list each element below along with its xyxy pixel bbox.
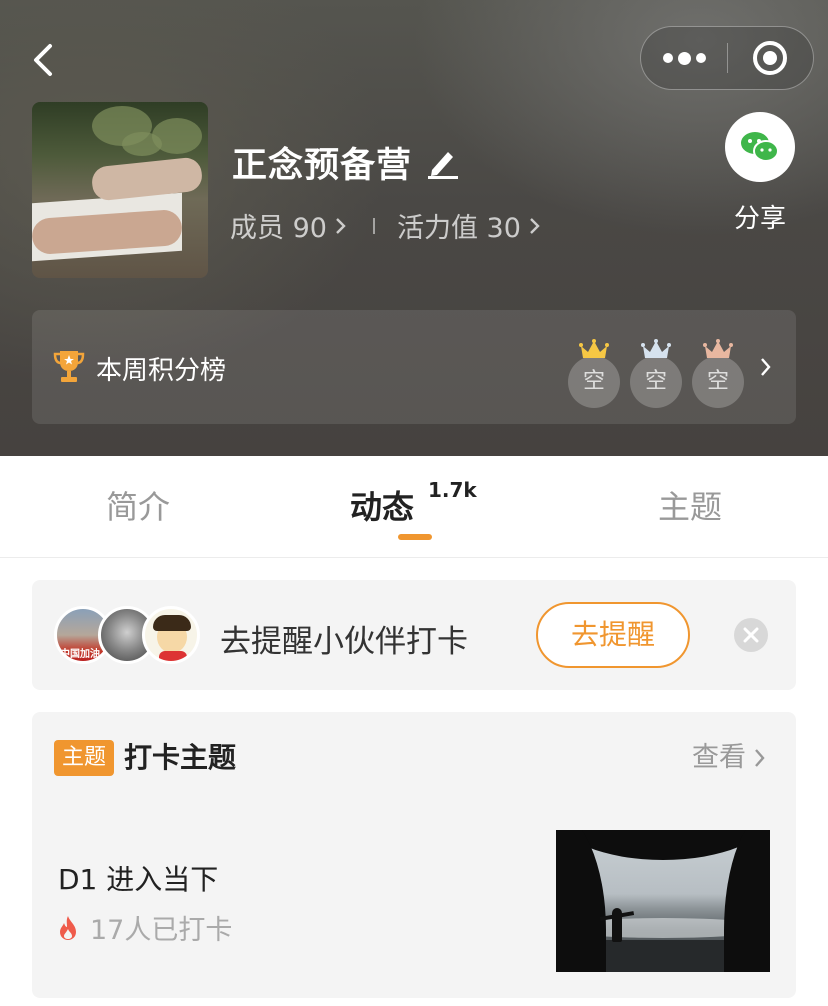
activity-feed: 中国加油 去提醒小伙伴打卡 去提醒 主题 打卡主题 查看 D1 进入当下 17人… (0, 558, 828, 1006)
group-stats: 成员 90 活力值 30 (230, 206, 541, 245)
fire-icon (60, 915, 76, 940)
dismiss-reminder-button[interactable] (734, 618, 768, 652)
vitality-link[interactable]: 活力值 30 (397, 206, 521, 245)
trophy-icon (53, 351, 85, 382)
topic-tag: 主题 (54, 740, 115, 776)
share-button[interactable]: 分享 (716, 112, 804, 235)
wechat-icon (741, 132, 779, 162)
group-cover-image (32, 102, 208, 278)
topic-item-thumbnail (556, 830, 770, 972)
back-arrow-icon[interactable] (28, 40, 60, 80)
gold-crown-icon (579, 339, 609, 358)
share-label: 分享 (733, 204, 786, 234)
active-tab-indicator (398, 534, 432, 540)
checkin-count: 17人已打卡 (90, 915, 233, 946)
silver-crown-icon (641, 339, 671, 358)
group-header: 正念预备营 成员 90 活力值 30 分享 本周积分榜 空 空 空 (0, 0, 828, 456)
more-button[interactable] (641, 27, 727, 89)
view-topics-link[interactable]: 查看 (692, 740, 766, 776)
members-link[interactable]: 成员 90 (230, 206, 327, 245)
tab-activity[interactable]: 动态 1.7k (350, 478, 477, 528)
chevron-right-icon (530, 217, 540, 234)
reminder-text: 去提醒小伙伴打卡 (220, 624, 468, 660)
close-icon (743, 627, 759, 643)
group-title: 正念预备营 (232, 145, 413, 186)
tab-intro[interactable]: 简介 (106, 482, 170, 528)
bronze-crown-icon (703, 339, 733, 358)
topic-item-title: D1 进入当下 (58, 863, 219, 896)
reminder-banner: 中国加油 去提醒小伙伴打卡 去提醒 (32, 580, 796, 690)
edit-pencil-icon[interactable] (426, 144, 460, 180)
tab-topics[interactable]: 主题 (658, 482, 722, 528)
tab-bar: 简介 动态 1.7k 主题 (0, 456, 828, 558)
leaderboard-slot-2: 空 (630, 338, 682, 408)
avatar (142, 606, 200, 664)
member-avatars: 中国加油 (54, 606, 204, 664)
remind-button[interactable]: 去提醒 (536, 602, 690, 668)
close-mini-program-icon[interactable] (753, 41, 787, 75)
chevron-right-icon (761, 358, 771, 376)
activity-count-badge: 1.7k (428, 478, 477, 502)
leaderboard-label: 本周积分榜 (96, 356, 227, 386)
more-dots-icon (662, 53, 673, 63)
weekly-leaderboard[interactable]: 本周积分榜 空 空 空 (32, 310, 796, 424)
leaderboard-slot-3: 空 (692, 338, 744, 408)
chevron-right-icon (336, 217, 346, 234)
leaderboard-slot-1: 空 (568, 338, 620, 408)
mini-program-capsule (640, 26, 814, 90)
topic-card-title: 打卡主题 (124, 741, 237, 774)
checkin-topic-card: 主题 打卡主题 查看 D1 进入当下 17人已打卡 (32, 712, 796, 998)
chevron-right-icon (755, 749, 765, 767)
